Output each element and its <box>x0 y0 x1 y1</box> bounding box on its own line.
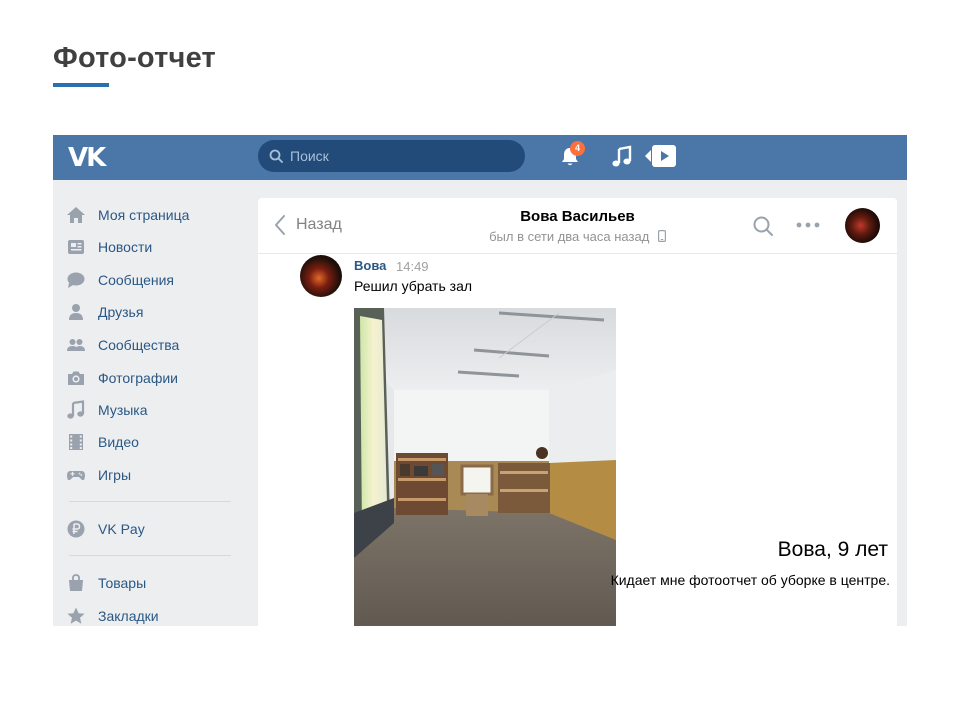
sidebar-item-label: Фотографии <box>98 370 179 386</box>
sidebar-item-label: Видео <box>98 434 139 450</box>
notification-badge: 4 <box>570 141 585 156</box>
sidebar-item-communities[interactable]: Сообщества <box>65 333 240 357</box>
caption-name: Вова, 9 лет <box>777 538 888 561</box>
sidebar-item-label: Товары <box>98 575 147 591</box>
sidebar-item-label: Новости <box>98 239 153 255</box>
home-icon <box>67 207 85 223</box>
communities-icon <box>67 339 85 351</box>
sidebar-item-label: Сообщества <box>98 337 180 353</box>
sidebar-item-video[interactable]: Видео <box>65 430 240 454</box>
friends-icon <box>69 304 83 320</box>
mobile-icon <box>657 230 666 243</box>
more-icon[interactable] <box>795 218 821 232</box>
sidebar-item-games[interactable]: Игры <box>65 463 240 487</box>
sidebar-item-label: Друзья <box>98 304 144 320</box>
message-text: Решил убрать зал <box>354 278 473 294</box>
news-icon <box>68 240 84 254</box>
chat-header: Назад Вова Васильев был в сети два часа … <box>258 198 897 254</box>
sidebar-item-friends[interactable]: Друзья <box>65 300 240 324</box>
sidebar: Моя страница Новости Сообщения Друзья Со… <box>53 180 248 626</box>
vk-logo[interactable]: VK <box>68 143 106 173</box>
search-icon <box>269 149 283 163</box>
ruble-icon <box>67 520 85 538</box>
camera-icon <box>68 371 84 385</box>
sidebar-item-vk-pay[interactable]: VK Pay <box>65 517 240 541</box>
search-input[interactable] <box>290 148 510 164</box>
sidebar-item-news[interactable]: Новости <box>65 235 240 259</box>
avatar[interactable] <box>300 255 342 297</box>
sidebar-item-music[interactable]: Музыка <box>65 398 240 422</box>
sidebar-divider <box>69 501 231 502</box>
star-icon <box>67 607 85 624</box>
sidebar-item-label: Закладки <box>98 608 159 624</box>
film-icon <box>69 434 83 450</box>
caption-description: Кидает мне фотоотчет об уборке в центре. <box>610 572 890 588</box>
search-box[interactable] <box>258 140 525 172</box>
message-author[interactable]: Вова <box>354 258 386 273</box>
video-play-icon[interactable] <box>645 144 677 168</box>
vk-header: VK 4 <box>53 135 907 180</box>
sidebar-item-my-page[interactable]: Моя страница <box>65 203 240 227</box>
sidebar-item-messages[interactable]: Сообщения <box>65 268 240 292</box>
sidebar-item-photos[interactable]: Фотографии <box>65 366 240 390</box>
sidebar-divider <box>69 555 231 556</box>
avatar[interactable] <box>845 208 880 243</box>
sidebar-item-label: VK Pay <box>98 521 145 537</box>
bag-icon <box>69 574 83 591</box>
search-icon[interactable] <box>752 215 774 237</box>
title-underline <box>53 83 109 87</box>
sidebar-item-label: Игры <box>98 467 132 483</box>
sidebar-item-bookmarks[interactable]: Закладки <box>65 604 240 626</box>
music-icon[interactable] <box>611 145 633 169</box>
gamepad-icon <box>67 471 85 481</box>
peer-status-text: был в сети два часа назад <box>489 229 650 244</box>
message-time: 14:49 <box>396 259 429 274</box>
sidebar-item-label: Моя страница <box>98 207 190 223</box>
messages-icon <box>67 272 85 288</box>
sidebar-item-goods[interactable]: Товары <box>65 571 240 595</box>
slide-title: Фото-отчет <box>53 42 216 74</box>
sidebar-item-label: Музыка <box>98 402 148 418</box>
music-note-icon <box>67 400 85 419</box>
sidebar-item-label: Сообщения <box>98 272 174 288</box>
message-photo[interactable] <box>354 308 616 626</box>
